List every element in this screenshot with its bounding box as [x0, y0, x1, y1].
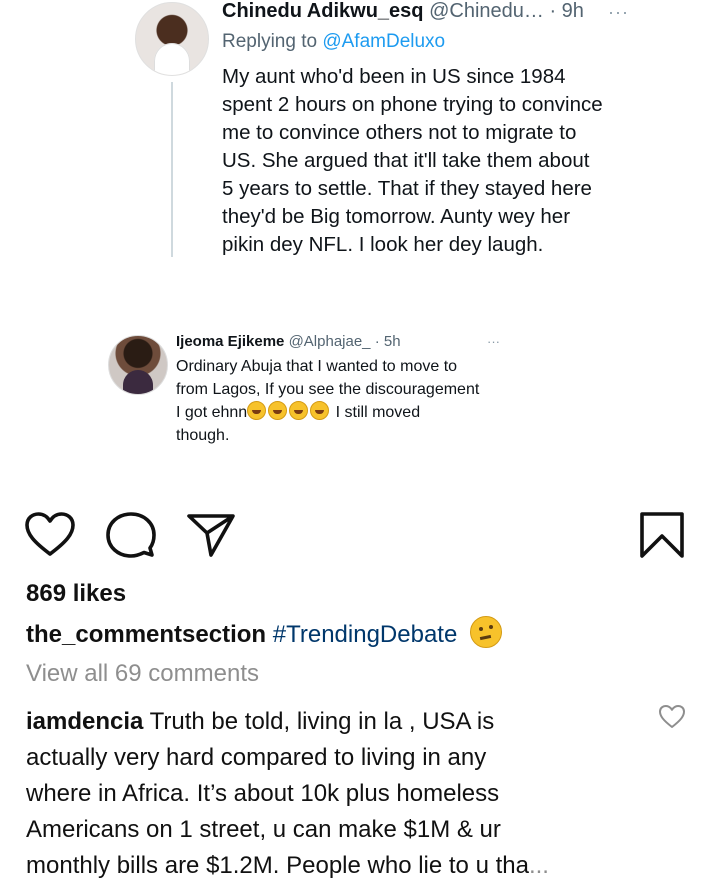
tweet-author-name: Chinedu Adikwu_esq — [222, 0, 424, 22]
comment-line: where in Africa. It’s about 10k plus hom… — [26, 780, 500, 807]
tweet-time: · 9h — [549, 0, 584, 22]
share-icon[interactable] — [186, 512, 236, 558]
comment-text: monthly bills are $1.2M. People who lie … — [26, 852, 529, 879]
tweet2-time: · 5h — [374, 333, 401, 350]
rofl-emoji-icon — [247, 401, 267, 420]
thinking-face-icon — [469, 616, 502, 648]
tweet-line: pikin dey NFL. I look her dey laugh. — [222, 233, 544, 256]
more-options-icon: ··· — [487, 334, 500, 349]
tweet-author-handle: @Chinedu… — [429, 0, 544, 22]
tweet-line: they'd be Big tomorrow. Aunty wey her — [222, 205, 571, 228]
comment-text: Truth be told, living in la , USA is — [143, 708, 495, 735]
comment-more[interactable]: ... — [529, 852, 549, 879]
replying-to: Replying to @AfamDeluxo — [222, 31, 445, 53]
caption: the_commentsection #TrendingDebate — [26, 616, 502, 649]
tweet-body: My aunt who'd been in US since 1984 spen… — [222, 63, 642, 259]
likes-count[interactable]: 869 likes — [26, 580, 126, 608]
small-heart-icon[interactable] — [658, 704, 686, 730]
heart-icon[interactable] — [24, 512, 76, 558]
rofl-emoji-icon — [268, 401, 288, 420]
replying-to-user: @AfamDeluxo — [322, 31, 446, 52]
tweet2-line: I got ehnn I still moved — [176, 401, 536, 425]
comment-line: monthly bills are $1.2M. People who lie … — [26, 848, 646, 884]
comment-icon[interactable] — [106, 512, 156, 558]
view-all-comments-link[interactable]: View all 69 comments — [26, 660, 259, 688]
tweet2-author-name: Ijeoma Ejikeme — [176, 333, 285, 350]
tweet-line: spent 2 hours on phone trying to convinc… — [222, 93, 603, 116]
tweet2-line3-end: I still moved — [331, 404, 421, 421]
rofl-emoji-icon — [289, 401, 309, 420]
tweet2-author-handle: @Alphajae_ — [288, 333, 371, 350]
comment-item: iamdencia Truth be told, living in la , … — [26, 704, 646, 884]
more-options-icon: ··· — [608, 2, 629, 22]
tweet2-line: Ordinary Abuja that I wanted to move to — [176, 358, 458, 375]
tweet-line: US. She argued that it'll take them abou… — [222, 149, 590, 172]
avatar-chinedu — [135, 2, 209, 76]
post-image[interactable]: Chinedu Adikwu_esq @Chinedu… · 9h ··· Re… — [0, 0, 720, 470]
tweet2-line3-start: I got ehnn — [176, 404, 248, 421]
caption-username[interactable]: the_commentsection — [26, 621, 266, 648]
bookmark-icon[interactable] — [638, 511, 686, 559]
rofl-emoji-icon — [310, 401, 330, 420]
tweet2-body: Ordinary Abuja that I wanted to move to … — [176, 356, 536, 447]
caption-hashtag[interactable]: #TrendingDebate — [273, 621, 458, 648]
replying-to-prefix: Replying to — [222, 31, 323, 52]
tweet2-header: Ijeoma Ejikeme @Alphajae_ · 5h — [176, 333, 401, 350]
tweet-line: My aunt who'd been in US since 1984 — [222, 65, 566, 88]
comment-username[interactable]: iamdencia — [26, 708, 143, 735]
tweet2-line: though. — [176, 426, 230, 444]
tweet2-line: from Lagos, If you see the discouragemen… — [176, 380, 480, 398]
tweet-line: 5 years to settle. That if they stayed h… — [222, 177, 592, 200]
tweet-header: Chinedu Adikwu_esq @Chinedu… · 9h — [222, 0, 584, 23]
thread-line — [171, 82, 173, 257]
comment-line: actually very hard compared to living in… — [26, 744, 487, 771]
tweet-line: me to convince others not to migrate to — [222, 121, 577, 144]
comment-line: Americans on 1 street, u can make $1M & … — [26, 816, 501, 843]
avatar-ijeoma — [108, 335, 168, 395]
comment-line: iamdencia Truth be told, living in la , … — [26, 704, 646, 740]
